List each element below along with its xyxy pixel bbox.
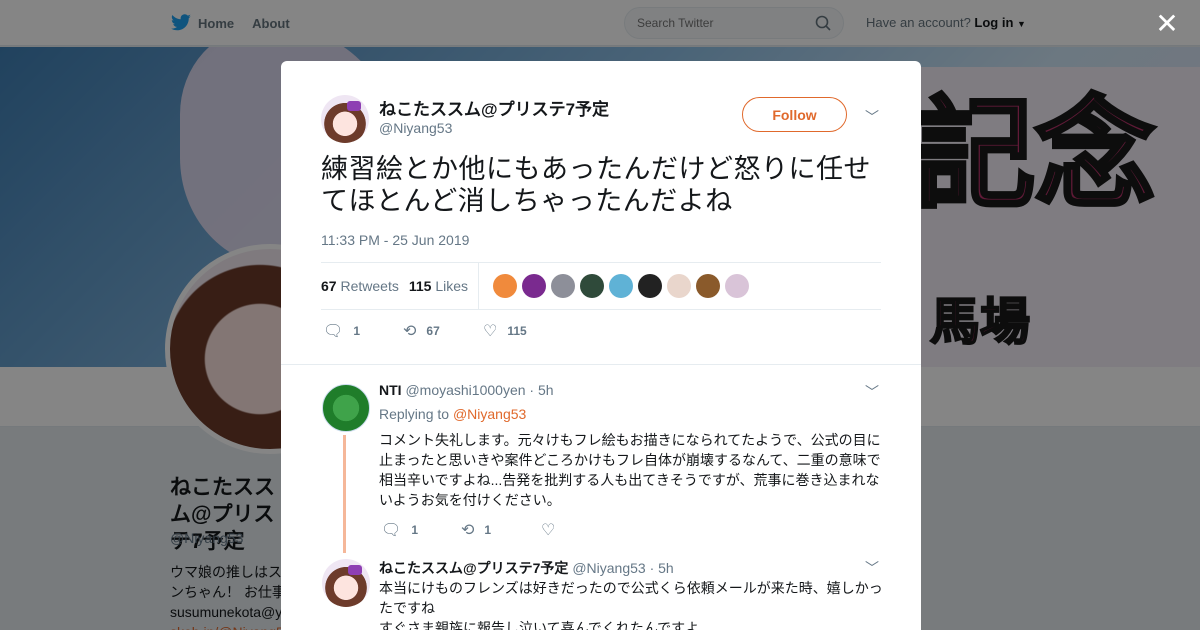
reply-author-name[interactable]: NTI xyxy=(379,382,402,398)
reply-time[interactable]: · 5h xyxy=(650,560,674,576)
reply-text: 本当にけものフレンズは好きだったので公式くら依頼メールが来た時、嬉しかったですね… xyxy=(379,578,884,630)
replying-to-link[interactable]: @Niyang53 xyxy=(453,406,526,422)
heart-icon: ♡ xyxy=(541,522,556,539)
like-count: 115 xyxy=(507,324,527,338)
retweets-label: Retweets xyxy=(340,278,399,294)
thread-line xyxy=(343,435,346,553)
like-button[interactable]: ♡ xyxy=(541,520,555,540)
author-avatar[interactable] xyxy=(321,95,369,143)
retweet-icon: ⟲ xyxy=(403,323,417,340)
reply-author-handle[interactable]: @Niyang53 xyxy=(572,560,645,576)
liker-avatar[interactable] xyxy=(638,274,662,298)
retweet-button[interactable]: ⟲ 67 xyxy=(403,321,483,341)
reply-text: コメント失礼します。元々けもフレ絵もお描きになられてたようで、公式の目に止まった… xyxy=(379,432,881,508)
replies-separator xyxy=(281,364,921,365)
reply-icon: 🗨 xyxy=(381,522,402,539)
reply-icon: 🗨 xyxy=(323,323,344,340)
reply-count: 1 xyxy=(411,523,418,537)
retweet-icon: ⟲ xyxy=(461,522,475,539)
close-icon[interactable]: ✕ xyxy=(1154,10,1180,38)
retweets-count: 67 xyxy=(321,278,337,294)
liker-avatars xyxy=(493,274,749,298)
reply-text-line: すぐさま親族に報告し泣いて喜んでくれたんですよ xyxy=(379,620,700,630)
heart-icon: ♡ xyxy=(483,323,498,340)
liker-avatar[interactable] xyxy=(667,274,691,298)
reply-avatar[interactable] xyxy=(322,384,370,432)
liker-avatar[interactable] xyxy=(725,274,749,298)
retweet-button[interactable]: ⟲ 1 xyxy=(461,520,541,540)
reply-count: 1 xyxy=(353,324,360,338)
likes-label: Likes xyxy=(435,278,468,294)
replying-to: Replying to @Niyang53 xyxy=(379,406,526,422)
author-name[interactable]: ねこたススム@プリステ7予定 xyxy=(379,95,609,120)
liker-avatar[interactable] xyxy=(696,274,720,298)
liker-avatar[interactable] xyxy=(609,274,633,298)
retweet-count: 1 xyxy=(484,523,492,537)
tweet-text: 練習絵とか他にもあったんだけど怒りに任せてほとんど消しちゃったんだよね xyxy=(321,154,871,216)
reply-header: ねこたススム@プリステ7予定 @Niyang53 · 5h xyxy=(379,558,674,578)
likes-count: 115 xyxy=(408,278,432,294)
chevron-down-icon[interactable]: ﹀ xyxy=(865,558,879,578)
reply-text-line: 本当にけものフレンズは好きだったので公式くら依頼メールが来た時、嬉しかったですね xyxy=(379,580,883,616)
reply-author-name[interactable]: ねこたススム@プリステ7予定 xyxy=(379,560,568,576)
liker-avatar[interactable] xyxy=(580,274,604,298)
reply-avatar[interactable] xyxy=(322,559,370,607)
author-handle[interactable]: @Niyang53 xyxy=(379,120,452,136)
chevron-down-icon[interactable]: ﹀ xyxy=(865,107,879,127)
like-button[interactable]: ♡ 115 xyxy=(483,321,527,341)
liker-avatar[interactable] xyxy=(493,274,517,298)
replying-prefix: Replying to xyxy=(379,406,450,422)
reply-button[interactable]: 🗨 1 xyxy=(323,321,403,341)
liker-avatar[interactable] xyxy=(551,274,575,298)
stats-divider xyxy=(478,262,479,310)
reply-button[interactable]: 🗨 1 xyxy=(381,520,461,540)
likes-stat[interactable]: 115 Likes xyxy=(409,278,468,294)
reply-time[interactable]: · 5h xyxy=(529,382,553,398)
retweets-stat[interactable]: 67 Retweets xyxy=(321,278,399,294)
retweet-count: 67 xyxy=(426,324,440,338)
tweet-stats: 67 Retweets 115 Likes xyxy=(321,262,881,310)
liker-avatar[interactable] xyxy=(522,274,546,298)
reply-header: NTI @moyashi1000yen · 5h xyxy=(379,382,554,398)
avatar-bow xyxy=(347,101,361,111)
follow-button[interactable]: Follow xyxy=(742,97,847,132)
tweet-timestamp[interactable]: 11:33 PM - 25 Jun 2019 xyxy=(321,232,469,248)
tweet-actions: 🗨 1 ⟲ 67 ♡ 115 xyxy=(323,321,527,341)
chevron-down-icon[interactable]: ﹀ xyxy=(865,382,879,402)
avatar-bow xyxy=(348,565,362,575)
reply-author-handle[interactable]: @moyashi1000yen xyxy=(405,382,525,398)
tweet-modal: ねこたススム@プリステ7予定 @Niyang53 Follow ﹀ 練習絵とか他… xyxy=(281,61,921,630)
reply-actions: 🗨 1 ⟲ 1 ♡ xyxy=(381,520,555,540)
